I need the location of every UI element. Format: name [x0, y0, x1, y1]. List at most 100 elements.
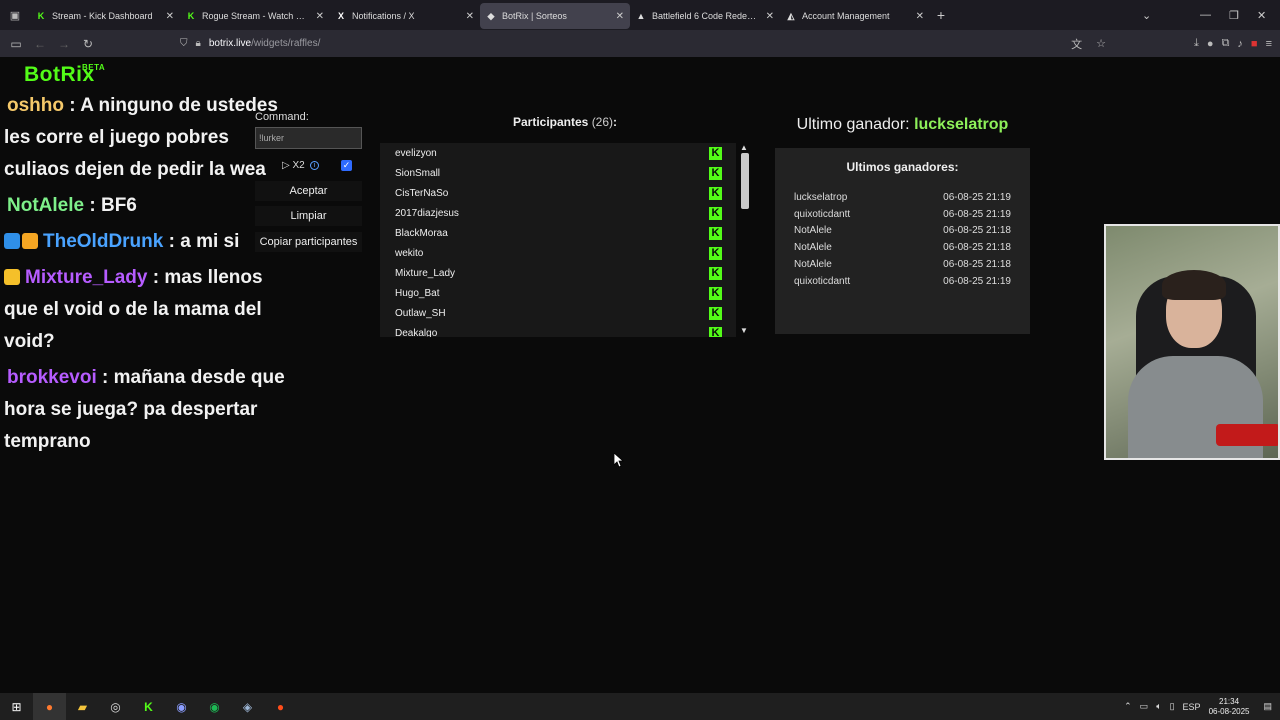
tab-close-icon[interactable]: ✕: [166, 11, 174, 22]
sub-multiplier-label: ▷ X2: [282, 160, 305, 171]
participant-name: BlackMoraa: [395, 227, 448, 239]
participant-row: Hugo_Bat K: [380, 283, 736, 303]
account-icon[interactable]: ●: [1207, 38, 1214, 50]
battery-icon[interactable]: ▯: [1170, 701, 1175, 712]
microphone-icon: [1216, 424, 1278, 446]
extensions-icon[interactable]: ⧉: [1222, 37, 1230, 50]
copy-participants-button[interactable]: Copiar participantes: [255, 232, 362, 252]
tab-close-icon[interactable]: ✕: [466, 11, 474, 22]
winner-name: NotAlele: [794, 225, 832, 237]
page-content: BotRix BETA oshho : A ninguno de ustedes…: [0, 57, 1280, 693]
chat-badge-icon: [4, 233, 20, 249]
participant-row: 2017diazjesus K: [380, 203, 736, 223]
browser-tab[interactable]: ◆ BotRix | Sorteos ✕: [480, 3, 630, 29]
url-path: /widgets/raffles/: [251, 38, 321, 49]
kick-app-icon[interactable]: K: [132, 693, 165, 720]
chat-overlay: oshho : A ninguno de ustedes les corre e…: [4, 90, 294, 462]
tab-close-icon[interactable]: ✕: [916, 11, 924, 22]
menu-icon[interactable]: ≡: [1266, 38, 1272, 50]
beta-tag: BETA: [82, 63, 106, 72]
browser-tab[interactable]: X Notifications / X ✕: [330, 3, 480, 29]
chat-username: TheOldDrunk: [43, 231, 164, 252]
chat-username: oshho: [7, 95, 64, 116]
reload-button[interactable]: ↻: [76, 37, 100, 51]
maximize-button[interactable]: ❐: [1229, 0, 1239, 30]
steam-icon[interactable]: ◈: [231, 693, 264, 720]
participant-row: Outlaw_SH K: [380, 303, 736, 323]
browser-tab[interactable]: ◭ Account Management ✕: [780, 3, 930, 29]
tab-label: Rogue Stream - Watch Live on K: [202, 11, 310, 21]
sidebar-toggle-icon[interactable]: ▭: [4, 37, 28, 51]
chat-badge-icon: [22, 233, 38, 249]
notifications-icon[interactable]: ▤: [1263, 701, 1272, 712]
app-icon[interactable]: ●: [264, 693, 297, 720]
tab-close-icon[interactable]: ✕: [616, 11, 624, 22]
close-window-button[interactable]: ✕: [1257, 0, 1266, 30]
volume-icon[interactable]: 🔈︎: [1156, 701, 1161, 712]
info-icon[interactable]: i: [310, 161, 319, 170]
lock-icon[interactable]: 🔒︎: [196, 38, 201, 49]
clear-button[interactable]: Limpiar: [255, 206, 362, 226]
participant-row: wekito K: [380, 243, 736, 263]
winner-date: 06-08-25 21:18: [943, 242, 1011, 254]
kick-icon: K: [709, 186, 722, 200]
spotify-icon[interactable]: ◉: [198, 693, 231, 720]
forward-button[interactable]: →: [52, 37, 76, 51]
participants-count: (26): [591, 115, 614, 129]
tray-chevron-icon[interactable]: ⌃: [1124, 701, 1132, 712]
audio-icon[interactable]: ♪: [1237, 38, 1243, 50]
webcam-overlay: [1104, 224, 1280, 460]
windows-start-icon[interactable]: ⊞: [0, 693, 33, 720]
new-tab-button[interactable]: +: [930, 7, 952, 23]
command-input[interactable]: [255, 127, 362, 149]
participant-row: BlackMoraa K: [380, 223, 736, 243]
browser-tab-bar: ▣ K Stream - Kick Dashboard ✕ K Rogue Stream…: [0, 0, 1280, 30]
bookmark-star-icon[interactable]: ☆: [1096, 37, 1106, 50]
kick-icon: K: [709, 166, 722, 180]
participants-list[interactable]: evelizyon K SionSmall K CisTerNaSo K 2017diazj…: [380, 143, 736, 337]
tab-label: BotRix | Sorteos: [502, 11, 567, 21]
network-icon[interactable]: ▭: [1140, 701, 1149, 712]
chat-message: TheOldDrunk : a mi si: [4, 226, 294, 258]
system-clock[interactable]: 21:34 06-08-2025: [1209, 697, 1250, 717]
kick-icon: K: [709, 206, 722, 220]
tab-overflow-chevron-icon[interactable]: ⌄: [1142, 0, 1151, 30]
participant-name: Deakalgo: [395, 327, 438, 338]
participants-scrollbar[interactable]: [741, 153, 749, 209]
winner-date: 06-08-25 21:18: [943, 225, 1011, 237]
winner-date: 06-08-25 21:19: [943, 192, 1011, 203]
scroll-down-icon[interactable]: ▼: [740, 326, 748, 335]
accept-button[interactable]: Aceptar: [255, 181, 362, 201]
firefox-icon[interactable]: ●: [33, 693, 66, 720]
url-bar[interactable]: ⛉ 🔒︎ botrix.live/widgets/raffles/: [180, 33, 1060, 54]
tab-close-icon[interactable]: ✕: [766, 11, 774, 22]
file-explorer-icon[interactable]: ▰: [66, 693, 99, 720]
discord-icon[interactable]: ◉: [165, 693, 198, 720]
kick-icon: K: [709, 326, 722, 337]
botrix-logo[interactable]: BotRix BETA: [24, 63, 105, 87]
download-icon[interactable]: ⤓: [1194, 37, 1199, 50]
nav-toolbar-right: 文 ☆ ⤓ ● ⧉ ♪ ■ ≡: [1071, 30, 1272, 57]
minimize-button[interactable]: —: [1200, 0, 1211, 30]
sub-x2-checkbox[interactable]: ✓: [341, 160, 352, 171]
winner-row: NotAlele 06-08-25 21:18: [794, 242, 1011, 253]
chat-message: oshho : A ninguno de ustedes les corre e…: [4, 95, 278, 180]
back-button[interactable]: ←: [28, 37, 52, 51]
language-indicator[interactable]: ESP: [1183, 702, 1201, 712]
tab-list-icon[interactable]: ▣: [0, 0, 30, 30]
winner-name: NotAlele: [794, 258, 832, 270]
tab-close-icon[interactable]: ✕: [316, 11, 324, 22]
browser-nav-bar: ▭ ← → ↻ ⛉ 🔒︎ botrix.live/widgets/raffles…: [0, 30, 1280, 57]
extension-badge-icon[interactable]: ■: [1251, 38, 1258, 50]
winner-row: quixoticdantt 06-08-25 21:19: [794, 276, 1011, 287]
scroll-up-icon[interactable]: ▲: [740, 143, 748, 152]
obs-icon[interactable]: ◎: [99, 693, 132, 720]
browser-tab[interactable]: K Rogue Stream - Watch Live on K ✕: [180, 3, 330, 29]
last-winner-name: luckselatrop: [914, 116, 1009, 133]
shield-icon[interactable]: ⛉: [180, 38, 188, 49]
translate-icon[interactable]: 文: [1071, 36, 1082, 52]
winners-list-title: Ultimos ganadores:: [846, 160, 959, 174]
browser-tab[interactable]: K Stream - Kick Dashboard ✕: [30, 3, 180, 29]
winner-name: quixoticdantt: [794, 275, 851, 287]
browser-tab[interactable]: ▲ Battlefield 6 Code Redemption ✕: [630, 3, 780, 29]
